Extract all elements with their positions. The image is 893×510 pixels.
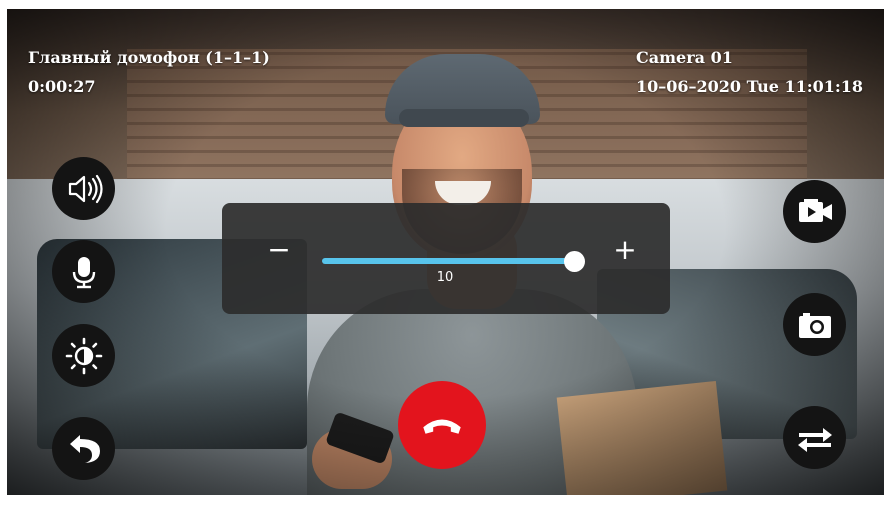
volume-panel: − + 10 [222, 203, 670, 314]
microphone-button[interactable] [52, 240, 115, 303]
volume-increase-button[interactable]: + [610, 235, 640, 265]
video-record-icon [798, 198, 832, 222]
call-duration: 0:00:27 [28, 77, 96, 96]
back-button[interactable] [52, 417, 115, 480]
camera-name: Camera 01 [636, 48, 733, 67]
volume-slider-handle[interactable] [564, 251, 585, 272]
swap-arrows-icon [797, 427, 832, 452]
microphone-icon [72, 256, 95, 288]
speaker-icon [68, 174, 103, 203]
snapshot-button[interactable] [783, 293, 846, 356]
volume-value: 10 [436, 270, 454, 285]
record-video-button[interactable] [783, 180, 846, 243]
volume-decrease-button[interactable]: − [264, 235, 294, 265]
hangup-button[interactable] [398, 381, 486, 469]
camera-icon [798, 312, 831, 338]
back-arrow-icon [69, 434, 100, 463]
date-time: 10–06–2020 Tue 11:01:18 [636, 77, 864, 96]
volume-slider-track[interactable] [322, 258, 576, 264]
speaker-volume-button[interactable] [52, 157, 115, 220]
brightness-icon [65, 337, 102, 374]
intercom-name: Главный домофон (1–1–1) [28, 48, 270, 67]
switch-camera-button[interactable] [783, 406, 846, 469]
hangup-phone-icon [423, 419, 461, 434]
brightness-button[interactable] [52, 324, 115, 387]
